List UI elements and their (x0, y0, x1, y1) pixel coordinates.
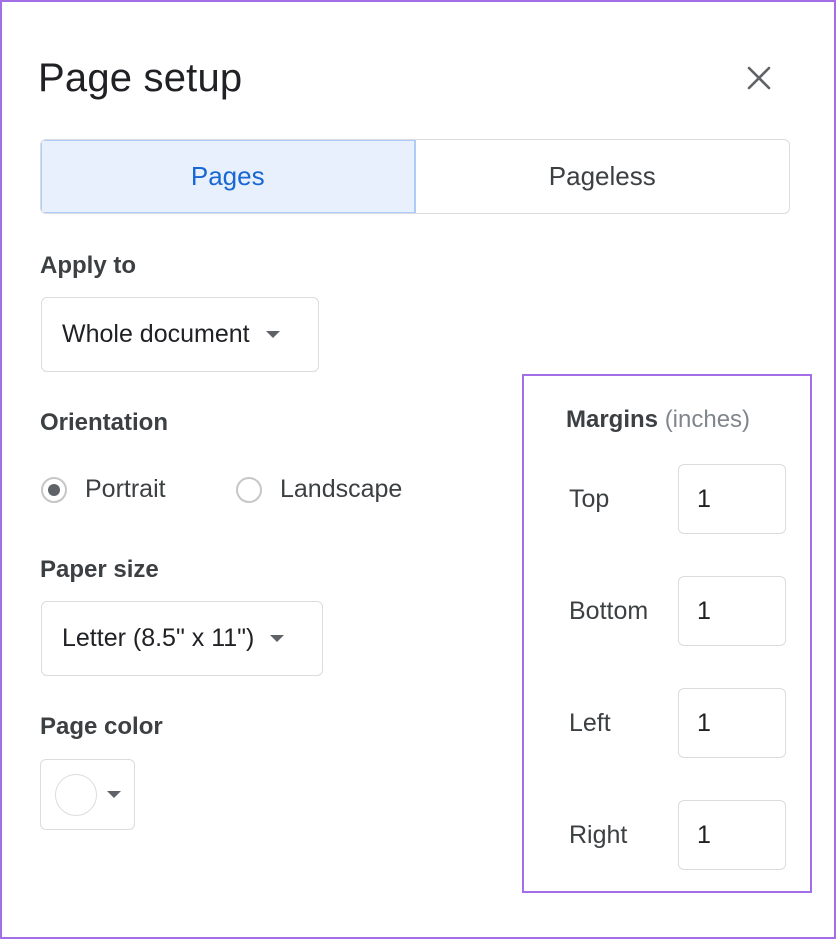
margin-right-input[interactable] (678, 800, 786, 870)
portrait-radio[interactable] (41, 476, 67, 503)
tab-pageless[interactable]: Pageless (416, 140, 790, 213)
margin-right-label: Right (569, 821, 628, 849)
close-icon[interactable] (739, 58, 779, 98)
apply-to-label: Apply to (40, 252, 136, 279)
apply-to-dropdown[interactable]: Whole document (41, 297, 319, 372)
paper-size-dropdown[interactable]: Letter (8.5" x 11") (41, 601, 323, 676)
portrait-option[interactable]: Portrait (41, 475, 166, 504)
page-color-label: Page color (40, 713, 163, 740)
margin-top-label: Top (569, 485, 610, 513)
margins-unit: (inches) (664, 406, 751, 433)
margin-top-input[interactable] (678, 464, 786, 534)
color-swatch (55, 773, 97, 816)
landscape-radio[interactable] (236, 476, 262, 503)
margin-left-label: Left (569, 709, 611, 737)
margin-bottom-label: Bottom (569, 597, 649, 625)
format-tabs: Pages Pageless (40, 139, 790, 214)
margin-bottom-input[interactable] (678, 576, 786, 646)
apply-to-value: Whole document (62, 320, 250, 348)
landscape-label: Landscape (280, 475, 403, 503)
tab-pages[interactable]: Pages (41, 140, 416, 213)
dialog-title: Page setup (38, 56, 243, 100)
chevron-down-icon (265, 331, 280, 338)
portrait-label: Portrait (85, 475, 166, 503)
margins-title: Margins (inches) (566, 406, 750, 434)
paper-size-label: Paper size (40, 556, 159, 583)
paper-size-value: Letter (8.5" x 11") (62, 624, 255, 652)
page-color-picker[interactable] (40, 759, 135, 830)
margin-left-input[interactable] (678, 688, 786, 758)
landscape-option[interactable]: Landscape (236, 475, 402, 504)
radio-selected-dot (48, 483, 60, 496)
margins-label: Margins (566, 406, 659, 433)
chevron-down-icon (270, 635, 285, 642)
chevron-down-icon (107, 791, 121, 798)
orientation-label: Orientation (40, 409, 169, 436)
